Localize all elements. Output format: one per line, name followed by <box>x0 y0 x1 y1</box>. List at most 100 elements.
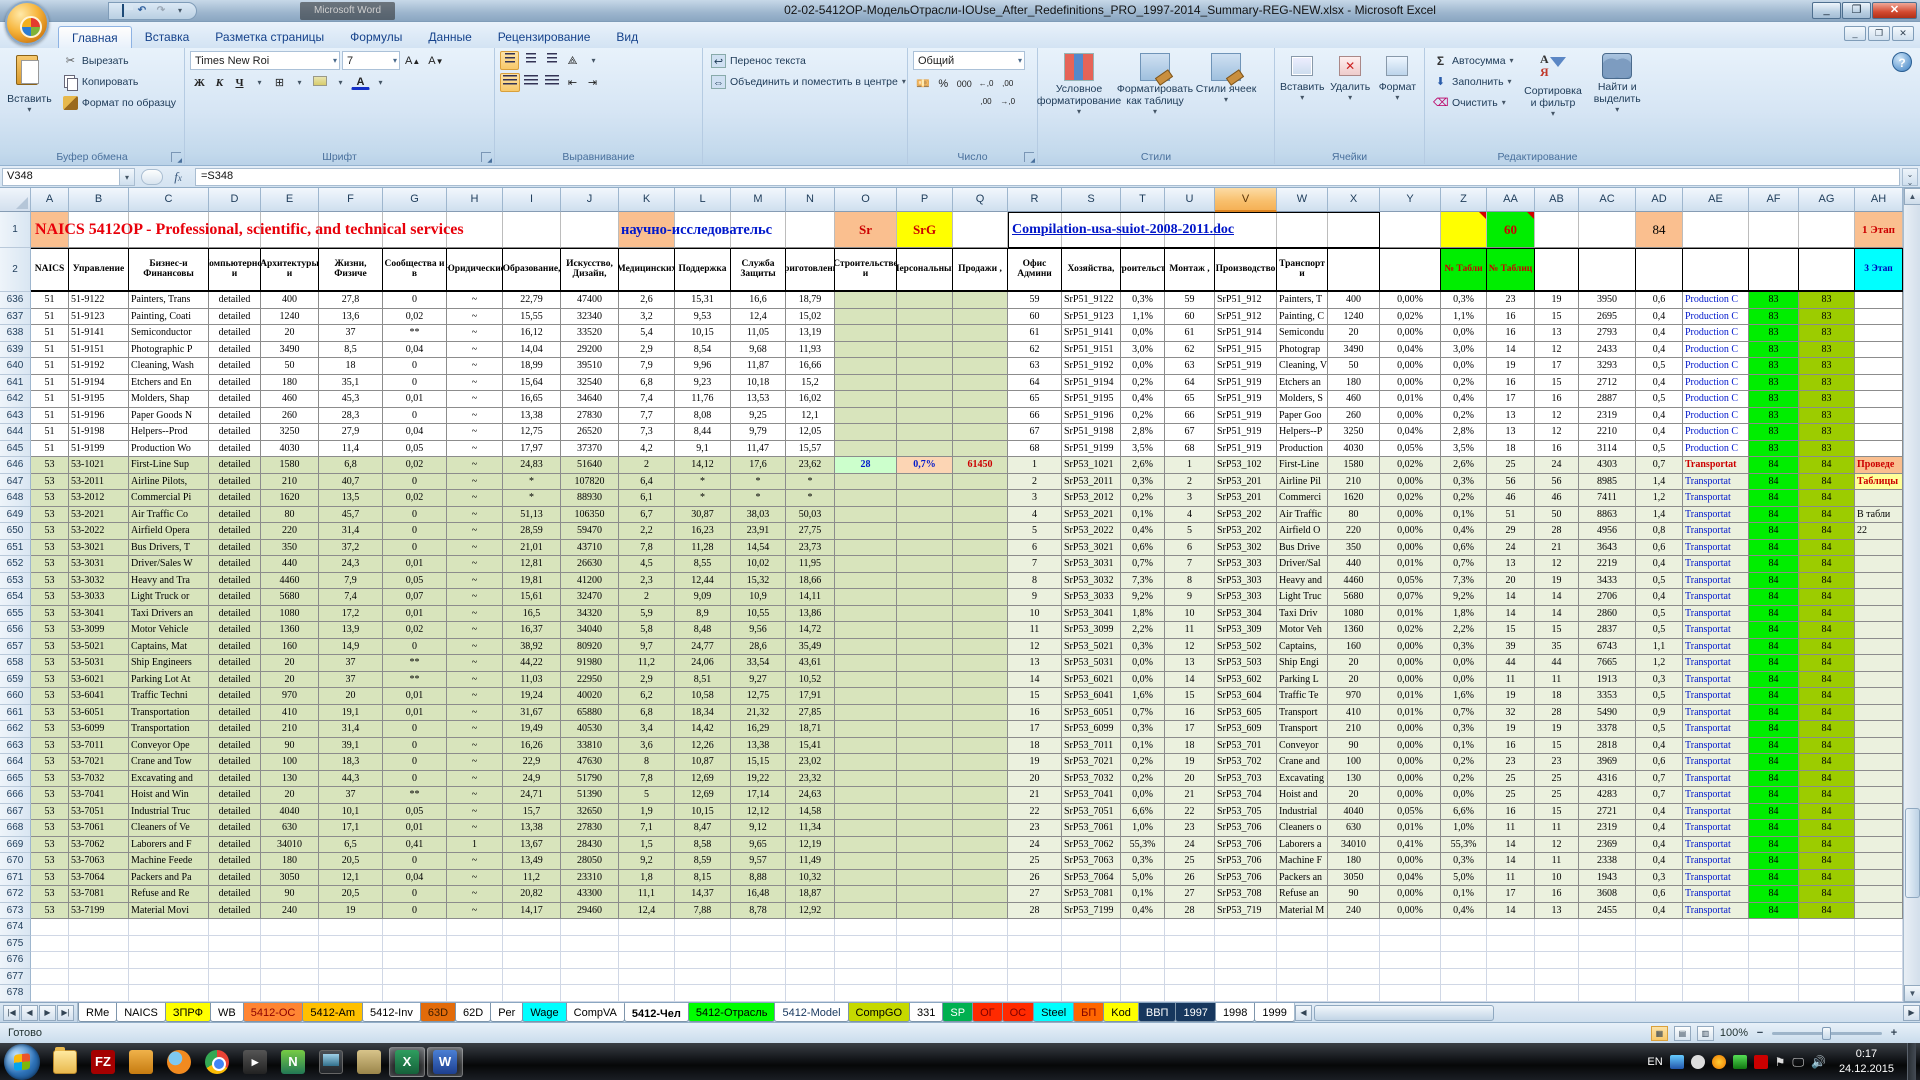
sheet-tab-CompGO[interactable]: CompGO <box>848 1003 910 1022</box>
cell[interactable] <box>383 952 447 969</box>
cell[interactable]: 18,66 <box>786 573 835 590</box>
scroll-up-icon[interactable]: ▲ <box>1904 188 1920 205</box>
cell[interactable]: 51640 <box>561 457 619 474</box>
cell[interactable]: 0,00% <box>1380 507 1441 524</box>
column-header-AF[interactable]: AF <box>1749 188 1799 212</box>
cell[interactable]: 84 <box>1749 771 1799 788</box>
cell[interactable]: 8,08 <box>675 408 731 425</box>
cell[interactable]: 1,1% <box>1441 309 1487 326</box>
cell[interactable]: 2 <box>619 457 675 474</box>
column-header-Z[interactable]: Z <box>1441 188 1487 212</box>
cell[interactable] <box>897 886 953 903</box>
cell[interactable] <box>1215 919 1277 936</box>
cell[interactable]: 15,2 <box>786 375 835 392</box>
cell[interactable]: 53-3033 <box>69 589 129 606</box>
cell[interactable]: Transportat <box>1683 457 1749 474</box>
cell[interactable] <box>1062 952 1121 969</box>
cell[interactable]: 53-7051 <box>69 804 129 821</box>
cell[interactable]: SrP51_919 <box>1215 441 1277 458</box>
currency-button[interactable]: 💴 <box>913 74 933 93</box>
cell[interactable]: detailed <box>209 738 261 755</box>
cell[interactable]: 24,3 <box>319 556 383 573</box>
cell[interactable] <box>69 212 129 248</box>
cell[interactable] <box>953 292 1008 309</box>
cell[interactable]: 4956 <box>1579 523 1636 540</box>
cell[interactable]: Transport <box>1277 721 1328 738</box>
row-header[interactable]: 663 <box>0 738 31 755</box>
row-header[interactable]: 666 <box>0 787 31 804</box>
cell[interactable] <box>897 474 953 491</box>
cell[interactable]: 84 <box>1799 655 1855 672</box>
cell[interactable] <box>319 952 383 969</box>
cell[interactable]: Captains, Mat <box>129 639 209 656</box>
cell[interactable]: 16,12 <box>503 325 561 342</box>
cell[interactable]: SrP53_706 <box>1215 837 1277 854</box>
cell[interactable]: 2721 <box>1579 804 1636 821</box>
row-header[interactable]: 649 <box>0 507 31 524</box>
cell[interactable]: 4 <box>1008 507 1062 524</box>
cell[interactable]: SrP51_9196 <box>1062 408 1121 425</box>
cell[interactable] <box>731 936 786 953</box>
cell[interactable]: 0,5 <box>1636 441 1683 458</box>
cell[interactable]: 0,05 <box>383 441 447 458</box>
cell[interactable]: 14 <box>1487 342 1535 359</box>
cell[interactable]: 160 <box>261 639 319 656</box>
cell[interactable]: 3,5% <box>1121 441 1165 458</box>
decrease-indent-button[interactable]: ⇤ <box>563 73 582 92</box>
cell[interactable]: 0,04% <box>1380 424 1441 441</box>
cell[interactable] <box>953 985 1008 1002</box>
column-header-G[interactable]: G <box>383 188 447 212</box>
paste-button[interactable]: Вставить▾ <box>5 51 54 114</box>
cell[interactable] <box>1799 969 1855 986</box>
row-header[interactable]: 654 <box>0 589 31 606</box>
cell[interactable]: 9,79 <box>731 424 786 441</box>
cell[interactable]: 39510 <box>561 358 619 375</box>
cell[interactable]: Heavy and <box>1277 573 1328 590</box>
cell[interactable]: 0,05% <box>1380 441 1441 458</box>
column-header-O[interactable]: O <box>835 188 897 212</box>
cell[interactable]: detailed <box>209 457 261 474</box>
cell[interactable]: Production C <box>1683 408 1749 425</box>
row-header[interactable]: 656 <box>0 622 31 639</box>
office-button[interactable] <box>5 1 49 45</box>
cell[interactable]: 53 <box>31 540 69 557</box>
cell[interactable] <box>619 919 675 936</box>
cell[interactable]: 84 <box>1749 705 1799 722</box>
cell[interactable] <box>1535 985 1579 1002</box>
cell[interactable]: 0,7% <box>1441 705 1487 722</box>
cell[interactable]: SrP51_912 <box>1215 309 1277 326</box>
cell[interactable] <box>835 441 897 458</box>
cell[interactable]: ~ <box>447 771 503 788</box>
cell[interactable]: 43300 <box>561 886 619 903</box>
cell[interactable]: 0,00% <box>1380 655 1441 672</box>
cell[interactable] <box>835 969 897 986</box>
cell[interactable]: Cleaners o <box>1277 820 1328 837</box>
cell[interactable]: SrP53_2021 <box>1062 507 1121 524</box>
cell[interactable]: Transportat <box>1683 556 1749 573</box>
cell[interactable]: Motor Veh <box>1277 622 1328 639</box>
cell[interactable]: 210 <box>1328 474 1380 491</box>
cell[interactable] <box>897 672 953 689</box>
row-header[interactable]: 2 <box>0 248 31 292</box>
cell[interactable]: Airline Pilots, <box>129 474 209 491</box>
cell[interactable] <box>897 358 953 375</box>
cell[interactable]: 9 <box>1165 589 1215 606</box>
select-all-corner[interactable] <box>0 188 31 212</box>
cell[interactable]: 9,68 <box>731 342 786 359</box>
cell[interactable]: 10,87 <box>675 754 731 771</box>
cell[interactable]: 11 <box>1487 870 1535 887</box>
cell[interactable]: detailed <box>209 886 261 903</box>
cell[interactable]: 15 <box>1535 375 1579 392</box>
cell[interactable]: 5680 <box>1328 589 1380 606</box>
cell[interactable] <box>835 672 897 689</box>
cell[interactable]: 84 <box>1749 853 1799 870</box>
cell[interactable]: 0 <box>383 474 447 491</box>
cell[interactable]: Captains, <box>1277 639 1328 656</box>
cell[interactable]: 1080 <box>1328 606 1380 623</box>
cell[interactable]: 0,1% <box>1121 507 1165 524</box>
cell[interactable] <box>953 936 1008 953</box>
sheet-tab-Steel[interactable]: Steel <box>1033 1003 1074 1022</box>
cell[interactable]: 61450 <box>953 457 1008 474</box>
wrap-text-button[interactable]: ↩Перенос текста <box>708 51 902 70</box>
cell[interactable]: * <box>503 474 561 491</box>
